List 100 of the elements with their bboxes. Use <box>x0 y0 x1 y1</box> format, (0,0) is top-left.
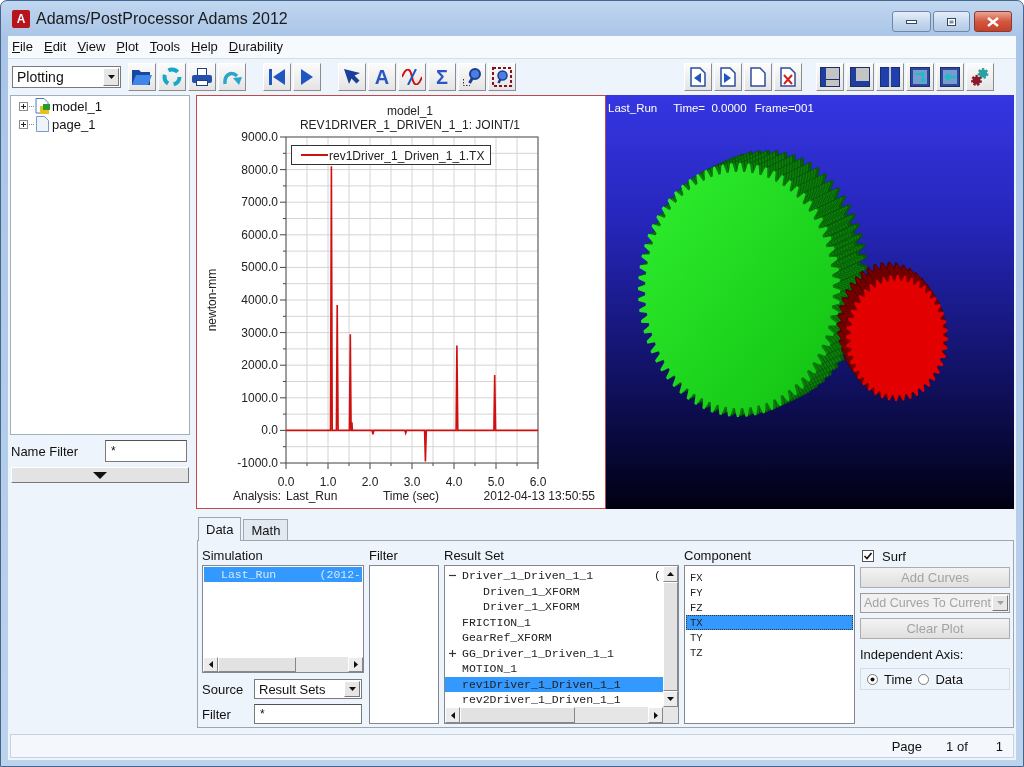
radio-button[interactable] <box>867 673 878 685</box>
play-icon <box>301 68 313 85</box>
time-readout: Time= 0.0000 <box>673 101 747 115</box>
blank-page-icon <box>750 66 766 87</box>
scrollbar-thumb[interactable] <box>218 657 296 672</box>
toolbar-button[interactable] <box>488 62 516 91</box>
toolbar-button[interactable] <box>714 62 742 91</box>
right-triangle-icon <box>653 711 658 719</box>
toolbar-button[interactable] <box>188 62 216 91</box>
maximize-icon <box>947 17 956 26</box>
toolbar-button[interactable] <box>966 62 994 91</box>
list-item[interactable]: FY <box>686 585 853 600</box>
panel-layout-icon <box>880 66 900 87</box>
page-label: Page <box>891 738 923 754</box>
menu-item[interactable]: Tools <box>149 39 181 55</box>
scroll-up-button[interactable] <box>663 566 678 582</box>
scrollbar-thumb[interactable] <box>460 707 575 723</box>
toolbar-button[interactable] <box>128 62 156 91</box>
menu-item[interactable]: Edit <box>43 39 67 55</box>
toolbar-button[interactable] <box>906 62 934 91</box>
plus-icon[interactable] <box>449 649 456 657</box>
list-item[interactable]: TZ <box>686 645 853 660</box>
toolbar-button[interactable] <box>684 62 712 91</box>
toolbar-button[interactable] <box>458 62 486 91</box>
menu-item[interactable]: File <box>12 39 33 55</box>
tab[interactable]: Math <box>243 519 289 540</box>
minimize-button[interactable] <box>892 11 931 32</box>
toolbar-button[interactable] <box>876 62 904 91</box>
checkbox-label: Surf <box>882 548 906 564</box>
right-triangle-icon <box>353 661 358 668</box>
scroll-down-button[interactable] <box>663 691 678 707</box>
radio-label: Time <box>884 671 913 687</box>
mode-dropdown[interactable]: Plotting <box>12 65 121 88</box>
toolbar-button[interactable] <box>816 62 844 91</box>
menu-item[interactable]: Help <box>191 39 218 55</box>
expand-panel-button[interactable] <box>11 467 189 483</box>
viewport-3d[interactable]: Last_Run Time= 0.0000 Frame=001 <box>606 95 1014 509</box>
menu-item[interactable]: View <box>77 39 106 55</box>
list-item[interactable]: FX <box>686 570 853 585</box>
list-item[interactable]: rev2Driver_1_Driven_1_1 <box>445 692 663 707</box>
list-item[interactable]: FRICTION_1 <box>445 614 663 630</box>
x-tick-label: 2.0 <box>361 475 379 489</box>
page-right-arrow-icon <box>720 66 736 87</box>
filter-field[interactable]: * <box>254 704 362 724</box>
toolbar-button[interactable]: Σ <box>428 62 456 91</box>
name-filter-field[interactable]: * <box>105 440 187 462</box>
list-item[interactable]: Driven_1_XFORM <box>445 583 663 599</box>
tree-item[interactable]: model_1 <box>52 98 102 114</box>
toolbar-button[interactable] <box>338 62 366 91</box>
scrollbar-thumb[interactable] <box>663 582 678 691</box>
toolbar-button[interactable] <box>846 62 874 91</box>
horizontal-scrollbar[interactable] <box>445 707 663 723</box>
expand-icon[interactable] <box>19 119 28 129</box>
toolbar-button[interactable] <box>263 62 291 91</box>
expand-icon[interactable] <box>19 101 28 111</box>
toolbar-button[interactable]: A <box>368 62 396 91</box>
scroll-left-button[interactable] <box>203 657 218 672</box>
list-item[interactable]: GG_Driver_1_Driven_1_1 <box>445 645 663 661</box>
checkbox[interactable] <box>862 550 874 562</box>
list-item[interactable]: MOTION_1 <box>445 661 663 677</box>
y-tick-label: 8000.0 <box>241 162 278 177</box>
close-button[interactable] <box>974 11 1012 32</box>
list-item[interactable]: TY <box>686 630 853 645</box>
y-axis-label: newton-mm <box>205 268 219 332</box>
gears-icon <box>970 66 990 87</box>
page-icon <box>35 116 50 132</box>
scroll-right-button[interactable] <box>648 707 663 723</box>
menu-item[interactable]: Durability <box>228 39 284 55</box>
toolbar-button[interactable] <box>936 62 964 91</box>
list-item[interactable]: GearRef_XFORM <box>445 630 663 646</box>
field-label: Source <box>202 681 245 697</box>
scroll-left-button[interactable] <box>445 707 460 723</box>
list-item[interactable]: TX <box>686 615 853 630</box>
dropdown-arrow-button[interactable] <box>344 681 360 697</box>
toolbar-button[interactable] <box>774 62 802 91</box>
scrollbar-corner <box>663 707 678 723</box>
x-axis-label: Time (sec) <box>382 489 440 503</box>
tab[interactable]: Data <box>198 517 242 541</box>
component-list[interactable]: FX FY FZ TX TY TZ <box>684 565 855 724</box>
vertical-scrollbar[interactable] <box>663 566 678 707</box>
horizontal-scrollbar[interactable] <box>203 657 363 672</box>
toolbar-button[interactable] <box>293 62 321 91</box>
maximize-button[interactable] <box>933 11 970 32</box>
skip-start-icon <box>269 68 285 85</box>
list-item[interactable]: Driver_1_Driven_1_1 ( <box>445 568 663 584</box>
filter-list[interactable] <box>369 565 439 724</box>
scroll-right-button[interactable] <box>348 657 363 672</box>
menu-item[interactable]: Plot <box>116 39 139 55</box>
list-item[interactable]: Driver_1_XFORM <box>445 599 663 615</box>
dropdown-arrow-button[interactable] <box>103 67 119 86</box>
toolbar-button[interactable] <box>398 62 426 91</box>
source-dropdown[interactable]: Result Sets <box>254 679 362 699</box>
tree-item[interactable]: page_1 <box>52 116 96 132</box>
run-name: Last_Run <box>608 101 658 115</box>
radio-button[interactable] <box>918 673 930 685</box>
result-set-list[interactable]: Driver_1_Driven_1_1 ( Driven_1_XFORM Driver_1_XFORM FRICTION_1 GearRef_XFORM GG_Driver_1_Driven_1_1 MOTION_1 rev1Driver_1_Driven_1_1 rev2Driver_1_Driven_1_1 <box>444 565 679 724</box>
list-item[interactable]: rev1Driver_1_Driven_1_1 <box>445 676 663 692</box>
page-number: 1 of <box>946 738 968 754</box>
y-tick-label: 1000.0 <box>241 390 278 405</box>
list-item[interactable]: FZ <box>686 600 853 615</box>
